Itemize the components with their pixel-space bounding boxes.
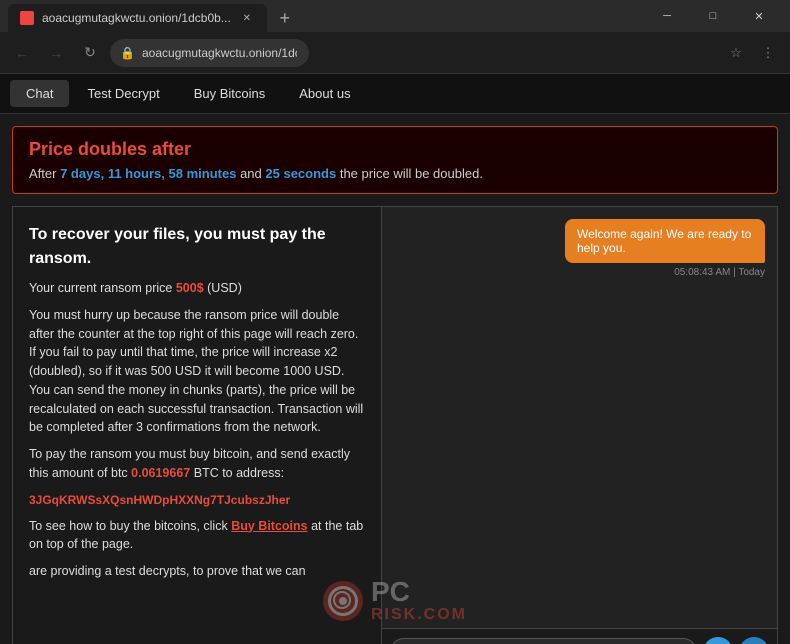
window-controls: ─ □ ✕	[644, 0, 782, 32]
ransom-body-4: are providing a test decrypts, to prove …	[29, 562, 365, 581]
chat-input-area: 📎 ✈	[382, 628, 777, 644]
body3-before: To see how to buy the bitcoins, click	[29, 519, 228, 533]
countdown-seconds: 25 seconds	[265, 166, 336, 181]
address-bar: ← → ↻ 🔒 ☆ ⋮	[0, 32, 790, 74]
ransom-price-line: Your current ransom price 500$ (USD)	[29, 279, 365, 298]
ransom-currency: (USD)	[207, 281, 242, 295]
tab-favicon	[20, 11, 34, 25]
chat-timestamp: 05:08:43 AM | Today	[674, 267, 765, 278]
ransom-body-1: You must hurry up because the ransom pri…	[29, 306, 365, 437]
browser-titlebar: aoacugmutagkwctu.onion/1dcb0b... ✕ + ─ □…	[0, 0, 790, 32]
nav-tab-about-us[interactable]: About us	[283, 80, 366, 107]
bookmark-icon[interactable]: ☆	[722, 39, 750, 67]
active-tab[interactable]: aoacugmutagkwctu.onion/1dcb0b... ✕	[8, 4, 267, 32]
nav-tab-buy-bitcoins[interactable]: Buy Bitcoins	[178, 80, 282, 107]
desc-and: and	[240, 166, 262, 181]
ransom-body2-text: To pay the ransom you must buy bitcoin, …	[29, 447, 350, 480]
btc-unit: BTC to address:	[194, 466, 284, 480]
address-input[interactable]	[110, 39, 309, 67]
chat-bubble-text: Welcome again! We are ready to help you.	[565, 219, 765, 263]
countdown-hours: 11 hours,	[108, 166, 165, 181]
back-button[interactable]: ←	[8, 39, 36, 67]
maximize-button[interactable]: □	[690, 0, 736, 32]
site-navigation: Chat Test Decrypt Buy Bitcoins About us	[0, 74, 790, 114]
btc-amount: 0.0619667	[131, 466, 190, 480]
tab-title: aoacugmutagkwctu.onion/1dcb0b...	[42, 11, 231, 25]
desc-before: After	[29, 166, 56, 181]
page-content: Chat Test Decrypt Buy Bitcoins About us …	[0, 74, 790, 644]
ransom-body-2: To pay the ransom you must buy bitcoin, …	[29, 445, 365, 483]
ransom-body-3: To see how to buy the bitcoins, click Bu…	[29, 517, 365, 555]
send-message-button[interactable]: ✈	[739, 637, 769, 644]
ransom-price-label: Your current ransom price	[29, 281, 172, 295]
nav-tab-test-decrypt[interactable]: Test Decrypt	[71, 80, 175, 107]
ransom-title: To recover your files, you must pay the …	[29, 223, 365, 271]
price-banner-title: Price doubles after	[29, 139, 761, 160]
main-content: To recover your files, you must pay the …	[12, 206, 778, 644]
desc-after: the price will be doubled.	[340, 166, 483, 181]
more-options-icon[interactable]: ⋮	[754, 39, 782, 67]
price-banner-description: After 7 days, 11 hours, 58 minutes and 2…	[29, 166, 761, 181]
forward-button[interactable]: →	[42, 39, 70, 67]
chat-panel: Welcome again! We are ready to help you.…	[382, 206, 778, 644]
nav-tab-chat[interactable]: Chat	[10, 80, 69, 107]
tab-bar: aoacugmutagkwctu.onion/1dcb0b... ✕ +	[8, 0, 299, 32]
chat-messages: Welcome again! We are ready to help you.…	[382, 207, 777, 628]
chat-message-input[interactable]	[390, 638, 697, 644]
close-window-button[interactable]: ✕	[736, 0, 782, 32]
ransom-price-value: 500$	[176, 281, 204, 295]
countdown-days: 7 days,	[60, 166, 104, 181]
tab-close-button[interactable]: ✕	[239, 10, 255, 26]
ransom-info-panel: To recover your files, you must pay the …	[12, 206, 382, 644]
price-doubles-banner: Price doubles after After 7 days, 11 hou…	[12, 126, 778, 194]
refresh-button[interactable]: ↻	[76, 39, 104, 67]
new-tab-button[interactable]: +	[271, 4, 299, 32]
buy-bitcoins-link[interactable]: Buy Bitcoins	[231, 519, 307, 533]
address-lock-icon: 🔒	[120, 46, 135, 60]
address-wrap: 🔒	[110, 39, 716, 67]
address-right-icons: ☆ ⋮	[722, 39, 782, 67]
attach-file-button[interactable]: 📎	[703, 637, 733, 644]
minimize-button[interactable]: ─	[644, 0, 690, 32]
ransom-body: Your current ransom price 500$ (USD) You…	[29, 279, 365, 581]
chat-message-1: Welcome again! We are ready to help you.…	[394, 219, 765, 278]
countdown-minutes: 58 minutes	[169, 166, 237, 181]
btc-address: 3JGqKRWSsXQsnHWDpHXXNg7TJcubszJher	[29, 491, 365, 509]
